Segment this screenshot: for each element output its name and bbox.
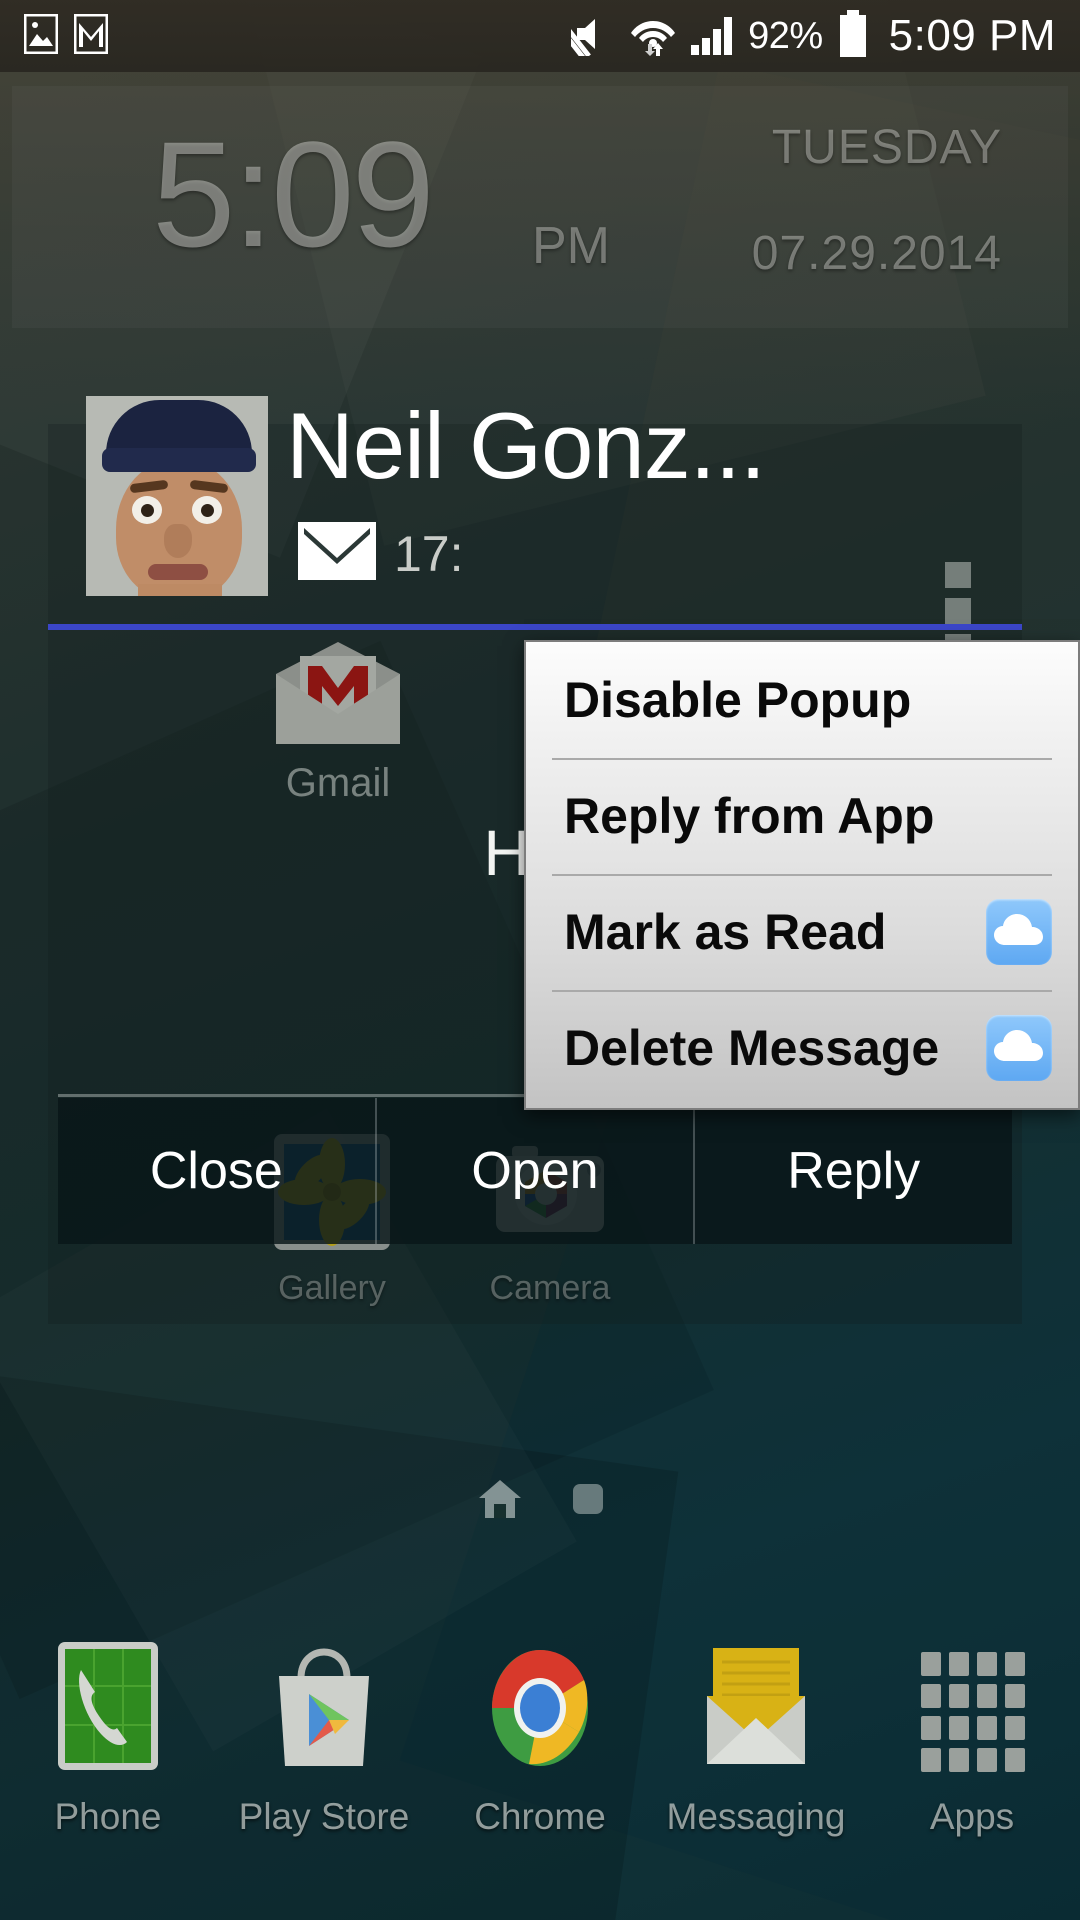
home-icon[interactable] [477, 1478, 523, 1520]
dock-label: Chrome [474, 1796, 606, 1837]
clock-day: TUESDAY [771, 121, 1002, 174]
menu-item-label: Reply from App [564, 788, 935, 844]
chrome-icon [492, 1650, 588, 1766]
wifi-icon [630, 12, 676, 61]
navigation-row [0, 1478, 1080, 1520]
dock-item-apps[interactable]: Apps [864, 1640, 1080, 1880]
menu-item-disable-popup[interactable]: Disable Popup [526, 642, 1078, 758]
clock-time: 5:09 [152, 110, 435, 278]
popup-sender-name: Neil Gonz... [286, 393, 766, 498]
play-store-icon [279, 1648, 369, 1766]
menu-item-reply-from-app[interactable]: Reply from App [526, 758, 1078, 874]
android-homescreen: 92% 5:09 PM 5:09 PM TUESDAY 07.29.2014 G… [0, 0, 1080, 1920]
clock-widget[interactable]: 5:09 PM TUESDAY 07.29.2014 [12, 86, 1068, 328]
dock-label: Play Store [238, 1796, 410, 1837]
dock: Phone Play Store Chrome Messaging Apps [0, 1640, 1080, 1880]
menu-item-label: Disable Popup [564, 672, 912, 728]
menu-item-delete-message[interactable]: Delete Message [526, 990, 1078, 1106]
reply-button[interactable]: Reply [693, 1098, 1012, 1244]
image-icon [23, 13, 59, 59]
close-button[interactable]: Close [58, 1098, 375, 1244]
dock-item-phone[interactable]: Phone [0, 1640, 216, 1880]
signal-icon [689, 12, 735, 61]
mute-icon [559, 12, 617, 67]
dock-label: Phone [54, 1796, 162, 1837]
apps-grid-icon [921, 1652, 1025, 1772]
messaging-icon [707, 1648, 805, 1764]
page-indicator-dot[interactable] [573, 1484, 603, 1514]
menu-item-label: Mark as Read [564, 904, 887, 960]
clock-ampm: PM [532, 217, 610, 275]
dock-label: Messaging [666, 1796, 846, 1837]
menu-item-mark-as-read[interactable]: Mark as Read [526, 874, 1078, 990]
status-bar-clock: 5:09 PM [888, 11, 1056, 60]
open-button[interactable]: Open [374, 1098, 694, 1244]
cloud-icon [986, 1015, 1052, 1081]
dock-item-chrome[interactable]: Chrome [432, 1640, 648, 1880]
context-menu[interactable]: Disable Popup Reply from App Mark as Rea… [524, 640, 1080, 1110]
popup-meta: 17: [298, 522, 464, 585]
gmail-app-icon [276, 642, 400, 744]
clock-date: 07.29.2014 [751, 227, 1002, 280]
gmail-icon [73, 13, 109, 59]
menu-item-label: Delete Message [564, 1020, 940, 1076]
dock-item-messaging[interactable]: Messaging [648, 1640, 864, 1880]
battery-icon [836, 9, 870, 63]
cloud-icon [986, 899, 1052, 965]
battery-percent: 92% [748, 14, 823, 57]
status-bar[interactable]: 92% 5:09 PM [0, 0, 1080, 72]
phone-icon [58, 1642, 158, 1770]
envelope-icon [298, 522, 376, 585]
dock-label: Apps [929, 1796, 1015, 1837]
dock-item-play-store[interactable]: Play Store [216, 1640, 432, 1880]
contact-avatar [86, 396, 268, 596]
popup-button-bar: Close Open Reply [58, 1098, 1012, 1244]
popup-accent-divider [48, 624, 1022, 630]
popup-timestamp: 17: [394, 525, 464, 582]
